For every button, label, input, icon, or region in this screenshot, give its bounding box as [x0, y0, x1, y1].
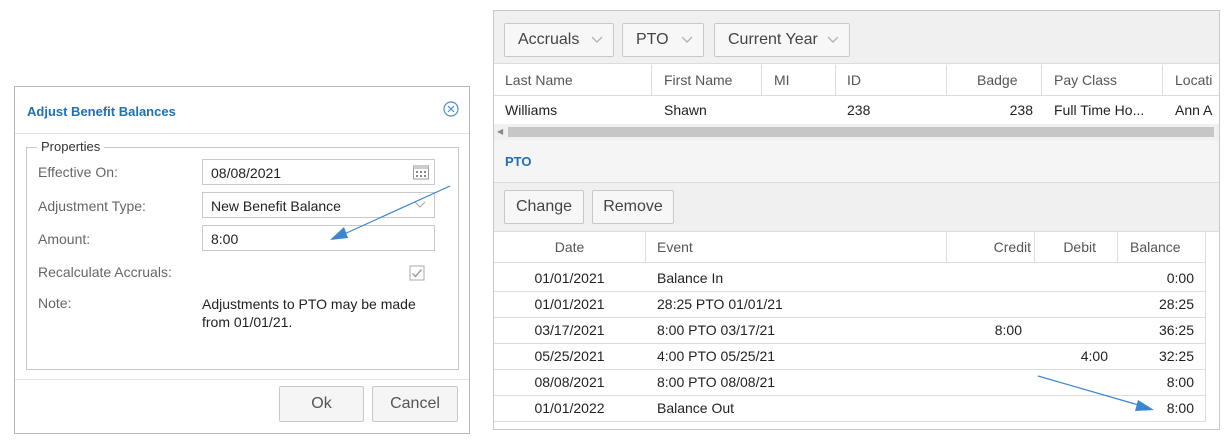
col-divider [1041, 65, 1042, 95]
table-row[interactable]: 03/17/2021 8:00 PTO 03/17/21 8:00 36:25 [494, 317, 1205, 343]
close-icon[interactable] [443, 101, 459, 117]
col-header-debit[interactable]: Debit [1034, 232, 1096, 262]
cell-balance: 36:25 [1158, 322, 1194, 338]
ledger-toolbar: Change Remove [494, 183, 1219, 232]
remove-button[interactable]: Remove [592, 190, 674, 224]
accruals-filter-label: Accruals [518, 31, 580, 48]
table-row[interactable]: Williams Shawn 238 238 Full Time Ho... A… [494, 96, 1219, 124]
col-header-first-name[interactable]: First Name [664, 65, 732, 95]
annotation-arrow-amount [330, 185, 451, 240]
chevron-down-icon [827, 36, 839, 43]
chevron-down-icon [681, 36, 693, 43]
col-header-badge[interactable]: Badge [977, 65, 1017, 95]
col-divider [761, 65, 762, 95]
recalculate-accruals-checkbox[interactable] [409, 265, 425, 281]
col-header-credit[interactable]: Credit [946, 232, 1031, 262]
col-header-id[interactable]: ID [847, 65, 861, 95]
cell-event: 4:00 PTO 05/25/21 [657, 348, 776, 364]
col-divider [1034, 232, 1035, 262]
cell-date: 08/08/2021 [534, 374, 605, 390]
col-divider [1205, 232, 1206, 262]
note-text: Adjustments to PTO may be made from 01/0… [202, 296, 416, 330]
cell-id: 238 [847, 102, 871, 118]
col-header-balance[interactable]: Balance [1130, 232, 1181, 262]
col-header-date[interactable]: Date [494, 232, 645, 262]
cell-last-name: Williams [505, 102, 558, 118]
change-button[interactable]: Change [504, 190, 584, 224]
col-divider [1117, 232, 1118, 262]
col-divider [1162, 65, 1163, 95]
table-row[interactable]: 01/01/2021 28:25 PTO 01/01/21 28:25 [494, 291, 1205, 317]
col-divider [835, 65, 836, 95]
horizontal-scrollbar[interactable]: ◀ [494, 124, 1219, 140]
accruals-panel: Accruals PTO Current Year Last Name Firs… [493, 10, 1220, 430]
filter-bar: Accruals PTO Current Year [494, 11, 1219, 63]
footer-divider [15, 379, 469, 380]
col-header-pay-class[interactable]: Pay Class [1054, 65, 1117, 95]
scroll-left-icon[interactable]: ◀ [497, 127, 503, 136]
col-divider [651, 65, 652, 95]
properties-legend: Properties [37, 139, 105, 154]
amount-label: Amount: [38, 231, 91, 247]
col-divider [946, 65, 947, 95]
col-divider [946, 232, 947, 262]
col-header-mi[interactable]: MI [774, 65, 790, 95]
effective-on-value: 08/08/2021 [211, 165, 282, 181]
table-row[interactable]: 05/25/2021 4:00 PTO 05/25/21 4:00 32:25 [494, 343, 1205, 369]
adjust-benefit-balances-dialog: Adjust Benefit Balances Properties Effec… [14, 86, 470, 434]
col-header-last-name[interactable]: Last Name [505, 65, 573, 95]
cell-date: 01/01/2021 [534, 270, 605, 286]
chevron-down-icon [591, 36, 603, 43]
adjustment-type-label: Adjustment Type: [38, 198, 146, 214]
pto-section-header: PTO [494, 140, 1219, 183]
ok-button[interactable]: Ok [279, 386, 364, 422]
cell-pay-class: Full Time Ho... [1054, 102, 1145, 118]
accruals-filter-select[interactable]: Accruals [504, 23, 614, 57]
dialog-title: Adjust Benefit Balances [27, 104, 176, 119]
cell-debit: 4:00 [1080, 348, 1108, 364]
header-top-border [494, 63, 1219, 64]
cell-credit: 8:00 [994, 322, 1022, 338]
pto-section-title: PTO [505, 154, 532, 169]
cell-date: 01/01/2021 [534, 296, 605, 312]
ledger-header-border [494, 262, 1205, 263]
cell-balance: 0:00 [1166, 270, 1194, 286]
scrollbar-thumb[interactable] [508, 127, 1214, 137]
title-divider [15, 133, 469, 134]
col-header-location[interactable]: Locati [1175, 65, 1212, 95]
annotation-arrow-balance [1037, 375, 1154, 411]
cell-location: Ann A [1175, 102, 1213, 118]
cell-date: 01/01/2022 [534, 400, 605, 416]
effective-on-label: Effective On: [38, 164, 118, 180]
cell-first-name: Shawn [664, 102, 707, 118]
cell-date: 03/17/2021 [534, 322, 605, 338]
ledger-right-border [1205, 262, 1206, 422]
col-divider [645, 232, 646, 262]
col-header-event[interactable]: Event [657, 232, 693, 262]
cell-event: 8:00 PTO 08/08/21 [657, 374, 776, 390]
cell-event: 28:25 PTO 01/01/21 [657, 296, 783, 312]
pto-filter-label: PTO [636, 31, 669, 48]
recalculate-accruals-label: Recalculate Accruals: [38, 264, 172, 280]
pto-filter-select[interactable]: PTO [622, 23, 704, 57]
cell-badge: 238 [1009, 102, 1033, 118]
cell-balance: 32:25 [1158, 348, 1194, 364]
table-row[interactable]: 01/01/2021 Balance In 0:00 [494, 265, 1205, 291]
year-filter-label: Current Year [728, 31, 818, 48]
row-divider [494, 421, 1205, 422]
cell-event: 8:00 PTO 03/17/21 [657, 322, 776, 338]
cell-event: Balance Out [657, 400, 735, 416]
year-filter-select[interactable]: Current Year [714, 23, 850, 57]
cell-date: 05/25/2021 [534, 348, 605, 364]
amount-value: 8:00 [211, 231, 239, 247]
calendar-icon[interactable] [412, 163, 430, 181]
cancel-button[interactable]: Cancel [372, 386, 458, 422]
cell-event: Balance In [657, 270, 724, 286]
cell-balance: 28:25 [1158, 296, 1194, 312]
note-label: Note: [38, 295, 72, 311]
